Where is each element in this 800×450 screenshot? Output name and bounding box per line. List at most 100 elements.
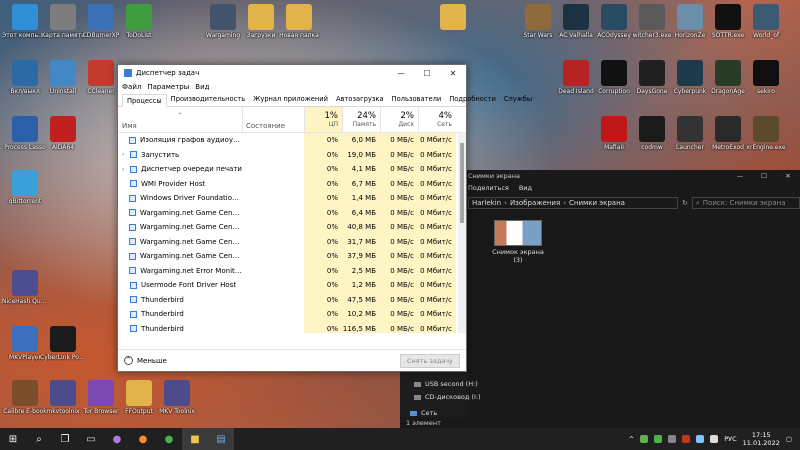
clock[interactable]: 17:15 11.01.2022 <box>743 431 780 447</box>
cpu-cell: 0% <box>304 191 342 206</box>
ribbon-tab-share[interactable]: Поделиться <box>468 184 509 192</box>
column-name[interactable]: ⌄ Имя <box>118 107 242 132</box>
start-icon[interactable]: ⊞ <box>0 428 26 450</box>
table-row[interactable]: Thunderbird 0% 10,2 МБ 0 МБ/с 0 Мбит/с <box>118 307 466 322</box>
desktop-icon[interactable]: MKV Toolnix <box>154 380 200 415</box>
task-manager-taskbar-icon[interactable]: ▤ <box>208 428 234 450</box>
tab-4[interactable]: Пользователи <box>388 93 446 106</box>
table-row[interactable]: Wargaming.net Game Center (3... 0%31,7 МБ… <box>118 234 466 249</box>
status-cell <box>242 133 304 148</box>
chevron-up-icon[interactable]: ^ <box>629 435 634 443</box>
column-status-label: Состояние <box>246 122 286 130</box>
table-row[interactable]: › Диспетчер очереди печати 0% 4,1 МБ 0 МБ/с 0… <box>118 162 466 177</box>
minimize-button[interactable]: — <box>388 65 414 81</box>
menu-options[interactable]: Параметры <box>147 83 189 91</box>
desktop-icon[interactable]: sekiro <box>743 60 789 95</box>
close-button[interactable]: ✕ <box>776 172 800 180</box>
breadcrumb-screenshots[interactable]: Снимки экрана <box>569 199 625 207</box>
notifications-icon[interactable]: ▢ <box>786 435 792 443</box>
tab-0[interactable]: Процессы <box>122 94 167 107</box>
todolist-icon[interactable]: ● <box>156 428 182 450</box>
language-indicator[interactable]: РУС <box>724 435 736 443</box>
firefox-icon[interactable]: ● <box>130 428 156 450</box>
scrollbar-thumb[interactable] <box>460 143 464 223</box>
desktop-icon[interactable]: Новая папка <box>276 4 322 39</box>
tab-3[interactable]: Автозагрузка <box>332 93 388 106</box>
app-icon <box>164 380 190 406</box>
status-cell <box>242 220 304 235</box>
nvidia-icon[interactable] <box>640 435 649 443</box>
maximize-button[interactable]: ☐ <box>414 65 440 81</box>
desktop-icon[interactable]: World_of <box>743 4 789 39</box>
cpu-cell: 0% <box>304 176 342 191</box>
maximize-button[interactable]: ☐ <box>752 172 776 180</box>
volume-icon[interactable] <box>710 435 719 443</box>
table-row[interactable]: Wargaming.net Error Monitor (... 0%2,5 МБ… <box>118 263 466 278</box>
process-icon <box>128 252 136 260</box>
file-item[interactable]: Снимок экрана (3) <box>490 220 546 264</box>
end-task-button[interactable]: Снять задачу <box>400 353 460 368</box>
desktop-icon[interactable]: qBittorrent <box>2 170 48 205</box>
desktop-icon[interactable]: NiceHash QuickMiner <box>2 270 48 305</box>
tor-browser-icon[interactable]: ● <box>104 428 130 450</box>
close-button[interactable]: ✕ <box>440 65 466 81</box>
app-icon <box>715 60 741 86</box>
address-bar[interactable]: Harlekin › Изображения › Снимки экрана <box>468 197 678 209</box>
search-icon[interactable]: ⌕ <box>26 428 52 450</box>
menu-view[interactable]: Вид <box>195 83 209 91</box>
table-row[interactable]: Wargaming.net Game Center (3... 0%40,8 МБ… <box>118 220 466 235</box>
network-cell: 0 Мбит/с <box>418 263 456 278</box>
desktop-icon[interactable]: CyberLink PowerDVD <box>40 326 86 361</box>
table-row[interactable]: › Запустить 0% 19,0 МБ 0 МБ/с 0 Мбит/с <box>118 147 466 162</box>
fewer-details-link[interactable]: Меньше <box>137 357 167 365</box>
table-row[interactable]: Wargaming.net Game Center (3... 0%37,9 МБ… <box>118 249 466 264</box>
network-icon[interactable] <box>696 435 705 443</box>
tray-app-icon[interactable] <box>668 435 677 443</box>
expand-chevron-icon[interactable]: › <box>122 166 130 173</box>
menu-file[interactable]: Файл <box>122 83 141 91</box>
tray-app-icon[interactable] <box>682 435 691 443</box>
table-row[interactable]: Изоляция графов аудиоустро...0%6,0 МБ0 М… <box>118 133 466 148</box>
tab-1[interactable]: Производительность <box>167 93 249 106</box>
column-cpu[interactable]: 1% ЦП <box>304 107 342 132</box>
chevron-up-icon[interactable]: ^ <box>124 356 133 365</box>
search-input[interactable]: ⌕ Поиск: Снимки экрана <box>691 197 800 209</box>
column-status[interactable]: Состояние <box>242 107 304 132</box>
task-manager-window[interactable]: Диспетчер задач — ☐ ✕ Файл Параметры Вид… <box>117 64 532 372</box>
tab-2[interactable]: Журнал приложений <box>249 93 332 106</box>
desktop-icon[interactable]: xrEngine.exe <box>743 116 789 151</box>
files-app-icon[interactable]: ▭ <box>78 428 104 450</box>
app-icon <box>753 4 779 30</box>
clock-date: 11.01.2022 <box>742 439 780 447</box>
breadcrumb-harlekin[interactable]: Harlekin <box>472 199 501 207</box>
tray-app-icon[interactable] <box>654 435 663 443</box>
column-disk[interactable]: 2% Диск <box>380 107 418 132</box>
disk-cell: 0 МБ/с <box>380 292 418 307</box>
tab-6[interactable]: Службы <box>500 93 536 106</box>
task-manager-titlebar[interactable]: Диспетчер задач — ☐ ✕ <box>118 65 466 81</box>
desktop-icon[interactable]: ToDoList <box>116 4 162 39</box>
desktop-icon[interactable] <box>430 4 476 32</box>
column-network[interactable]: 4% Сеть <box>418 107 456 132</box>
table-row[interactable]: Wargaming.net Game Center (3...0%6,4 МБ0… <box>118 205 466 221</box>
process-name: Запустить <box>141 150 180 159</box>
status-cell <box>242 206 304 221</box>
scrollbar[interactable] <box>458 133 466 333</box>
tab-5[interactable]: Подробности <box>445 93 500 106</box>
table-row[interactable]: Windows Driver Foundation (W...0%1,4 МБ0… <box>118 191 466 206</box>
ribbon-tab-view[interactable]: Вид <box>519 184 532 192</box>
table-row[interactable]: WMI Provider Host 0% 6,7 МБ 0 МБ/с 0 Мбит/с <box>118 176 466 191</box>
breadcrumb-images[interactable]: Изображения <box>510 199 560 207</box>
refresh-icon[interactable]: ↻ <box>682 199 688 207</box>
desktop-icon[interactable]: AIDA64 <box>40 116 86 151</box>
minimize-button[interactable]: — <box>728 172 752 180</box>
table-row[interactable]: Usermode Font Driver Host 0% 1,2 МБ 0 МБ/с 0… <box>118 278 466 293</box>
nav-item-network[interactable]: Сеть <box>410 409 437 417</box>
expand-chevron-icon[interactable]: › <box>122 151 130 158</box>
column-memory[interactable]: 24% Память <box>342 107 380 132</box>
table-row[interactable]: Thunderbird 0% 47,5 МБ 0 МБ/с 0 Мбит/с <box>118 292 466 307</box>
file-explorer-icon[interactable]: ■ <box>182 428 208 450</box>
task-view-icon[interactable]: ❐ <box>52 428 78 450</box>
nav-item-usb-second[interactable]: USB second (H:) <box>414 380 478 388</box>
table-row[interactable]: Thunderbird 0% 116,5 МБ 0 МБ/с 0 Мбит/с <box>118 321 466 333</box>
